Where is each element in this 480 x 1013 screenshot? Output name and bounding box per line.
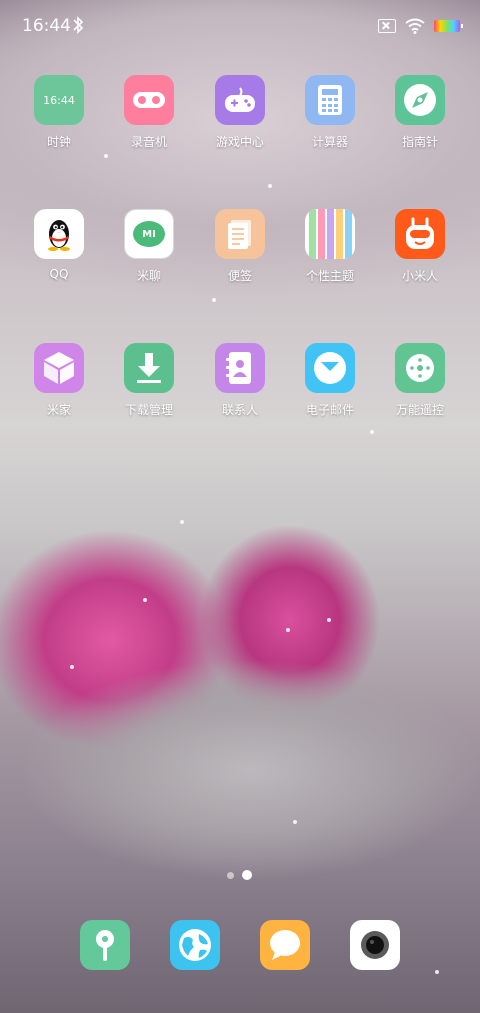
app-download-manager[interactable]: 下载管理 <box>104 343 194 418</box>
app-contacts[interactable]: 联系人 <box>195 343 285 418</box>
messages-icon <box>260 920 310 970</box>
app-label: 指南针 <box>401 135 438 149</box>
dock-camera[interactable] <box>330 920 420 970</box>
qq-penguin-icon <box>34 209 84 259</box>
app-clock[interactable]: 16:44 时钟 <box>14 75 104 150</box>
app-mi-bunny[interactable]: 小米人 <box>375 209 465 284</box>
notes-icon <box>215 209 265 259</box>
app-label: 录音机 <box>130 135 167 149</box>
page-dot[interactable] <box>227 871 234 879</box>
download-icon <box>124 343 174 393</box>
page-indicator[interactable] <box>227 870 252 880</box>
battery-icon <box>434 20 463 32</box>
app-label: 联系人 <box>221 403 258 417</box>
app-notes[interactable]: 便签 <box>195 209 285 284</box>
miliao-icon: MI <box>124 209 174 259</box>
gamepad-icon <box>215 75 265 125</box>
app-label: 时钟 <box>46 135 71 149</box>
page-dot-active[interactable] <box>242 870 252 880</box>
calculator-icon <box>305 75 355 125</box>
app-label: 计算器 <box>311 135 348 149</box>
app-calculator[interactable]: 计算器 <box>285 75 375 150</box>
dock-browser[interactable] <box>150 920 240 970</box>
recorder-icon <box>124 75 174 125</box>
app-label: QQ <box>49 267 69 281</box>
remote-icon <box>395 343 445 393</box>
app-label: 米聊 <box>136 269 161 283</box>
app-label: 下载管理 <box>124 403 173 417</box>
app-mijia[interactable]: 米家 <box>14 343 104 418</box>
app-label: 小米人 <box>401 269 438 283</box>
clock-icon: 16:44 <box>34 75 84 125</box>
bluetooth-icon <box>73 16 84 34</box>
clock-icon-time: 16:44 <box>43 93 75 107</box>
sim-off-icon <box>378 19 396 33</box>
app-email[interactable]: 电子邮件 <box>285 343 375 418</box>
contacts-icon <box>215 343 265 393</box>
app-qq[interactable]: QQ <box>14 209 104 281</box>
app-label: 万能遥控 <box>395 403 444 417</box>
dock-security[interactable] <box>60 920 150 970</box>
app-miliao[interactable]: MI 米聊 <box>104 209 194 284</box>
security-icon <box>80 920 130 970</box>
app-label: 电子邮件 <box>305 403 354 417</box>
app-game-center[interactable]: 游戏中心 <box>195 75 285 150</box>
dock-messages[interactable] <box>240 920 330 970</box>
status-time: 16:44 <box>22 16 71 36</box>
app-label: 个性主题 <box>305 269 354 283</box>
app-label: 便签 <box>227 269 252 283</box>
miliao-bubble: MI <box>133 221 165 247</box>
themes-icon <box>305 209 355 259</box>
status-bar: 16:44 <box>0 0 480 52</box>
mi-bunny-icon <box>395 209 445 259</box>
app-universal-remote[interactable]: 万能遥控 <box>375 343 465 418</box>
mijia-cube-icon <box>34 343 84 393</box>
email-icon <box>305 343 355 393</box>
browser-globe-icon <box>170 920 220 970</box>
app-themes[interactable]: 个性主题 <box>285 209 375 284</box>
app-label: 米家 <box>46 403 71 417</box>
app-recorder[interactable]: 录音机 <box>104 75 194 150</box>
compass-icon <box>395 75 445 125</box>
camera-icon <box>350 920 400 970</box>
app-compass[interactable]: 指南针 <box>375 75 465 150</box>
app-label: 游戏中心 <box>215 135 264 149</box>
wifi-icon <box>405 18 425 34</box>
